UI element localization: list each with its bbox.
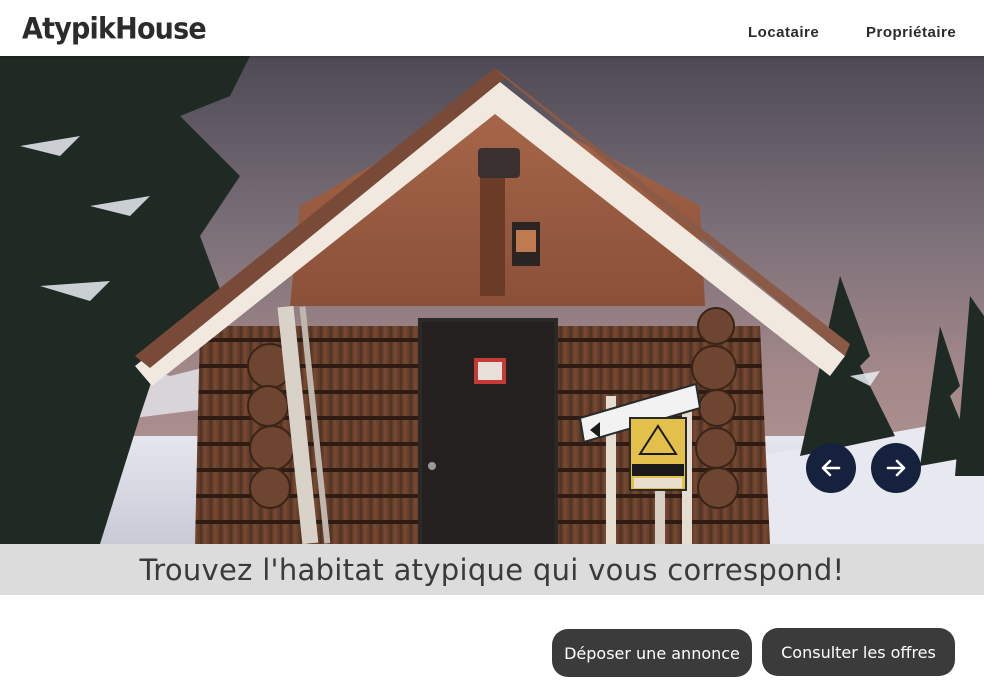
deposer-annonce-button[interactable]: Déposer une annonce [552, 629, 752, 677]
nav-link-locataire[interactable]: Locataire [748, 24, 819, 41]
carousel-next-button[interactable] [871, 443, 921, 493]
nav-link-proprietaire[interactable]: Propriétaire [866, 24, 956, 41]
brand-logo[interactable]: AtypikHouse [22, 13, 207, 46]
navbar: AtypikHouse Locataire Propriétaire [0, 0, 984, 56]
arrow-right-icon [886, 459, 906, 477]
tagline-banner: Trouvez l'habitat atypique qui vous corr… [0, 544, 984, 595]
consulter-offres-button[interactable]: Consulter les offres [762, 628, 955, 676]
tagline-heading: Trouvez l'habitat atypique qui vous corr… [139, 552, 845, 587]
arrow-left-icon [821, 459, 841, 477]
carousel-prev-button[interactable] [806, 443, 856, 493]
